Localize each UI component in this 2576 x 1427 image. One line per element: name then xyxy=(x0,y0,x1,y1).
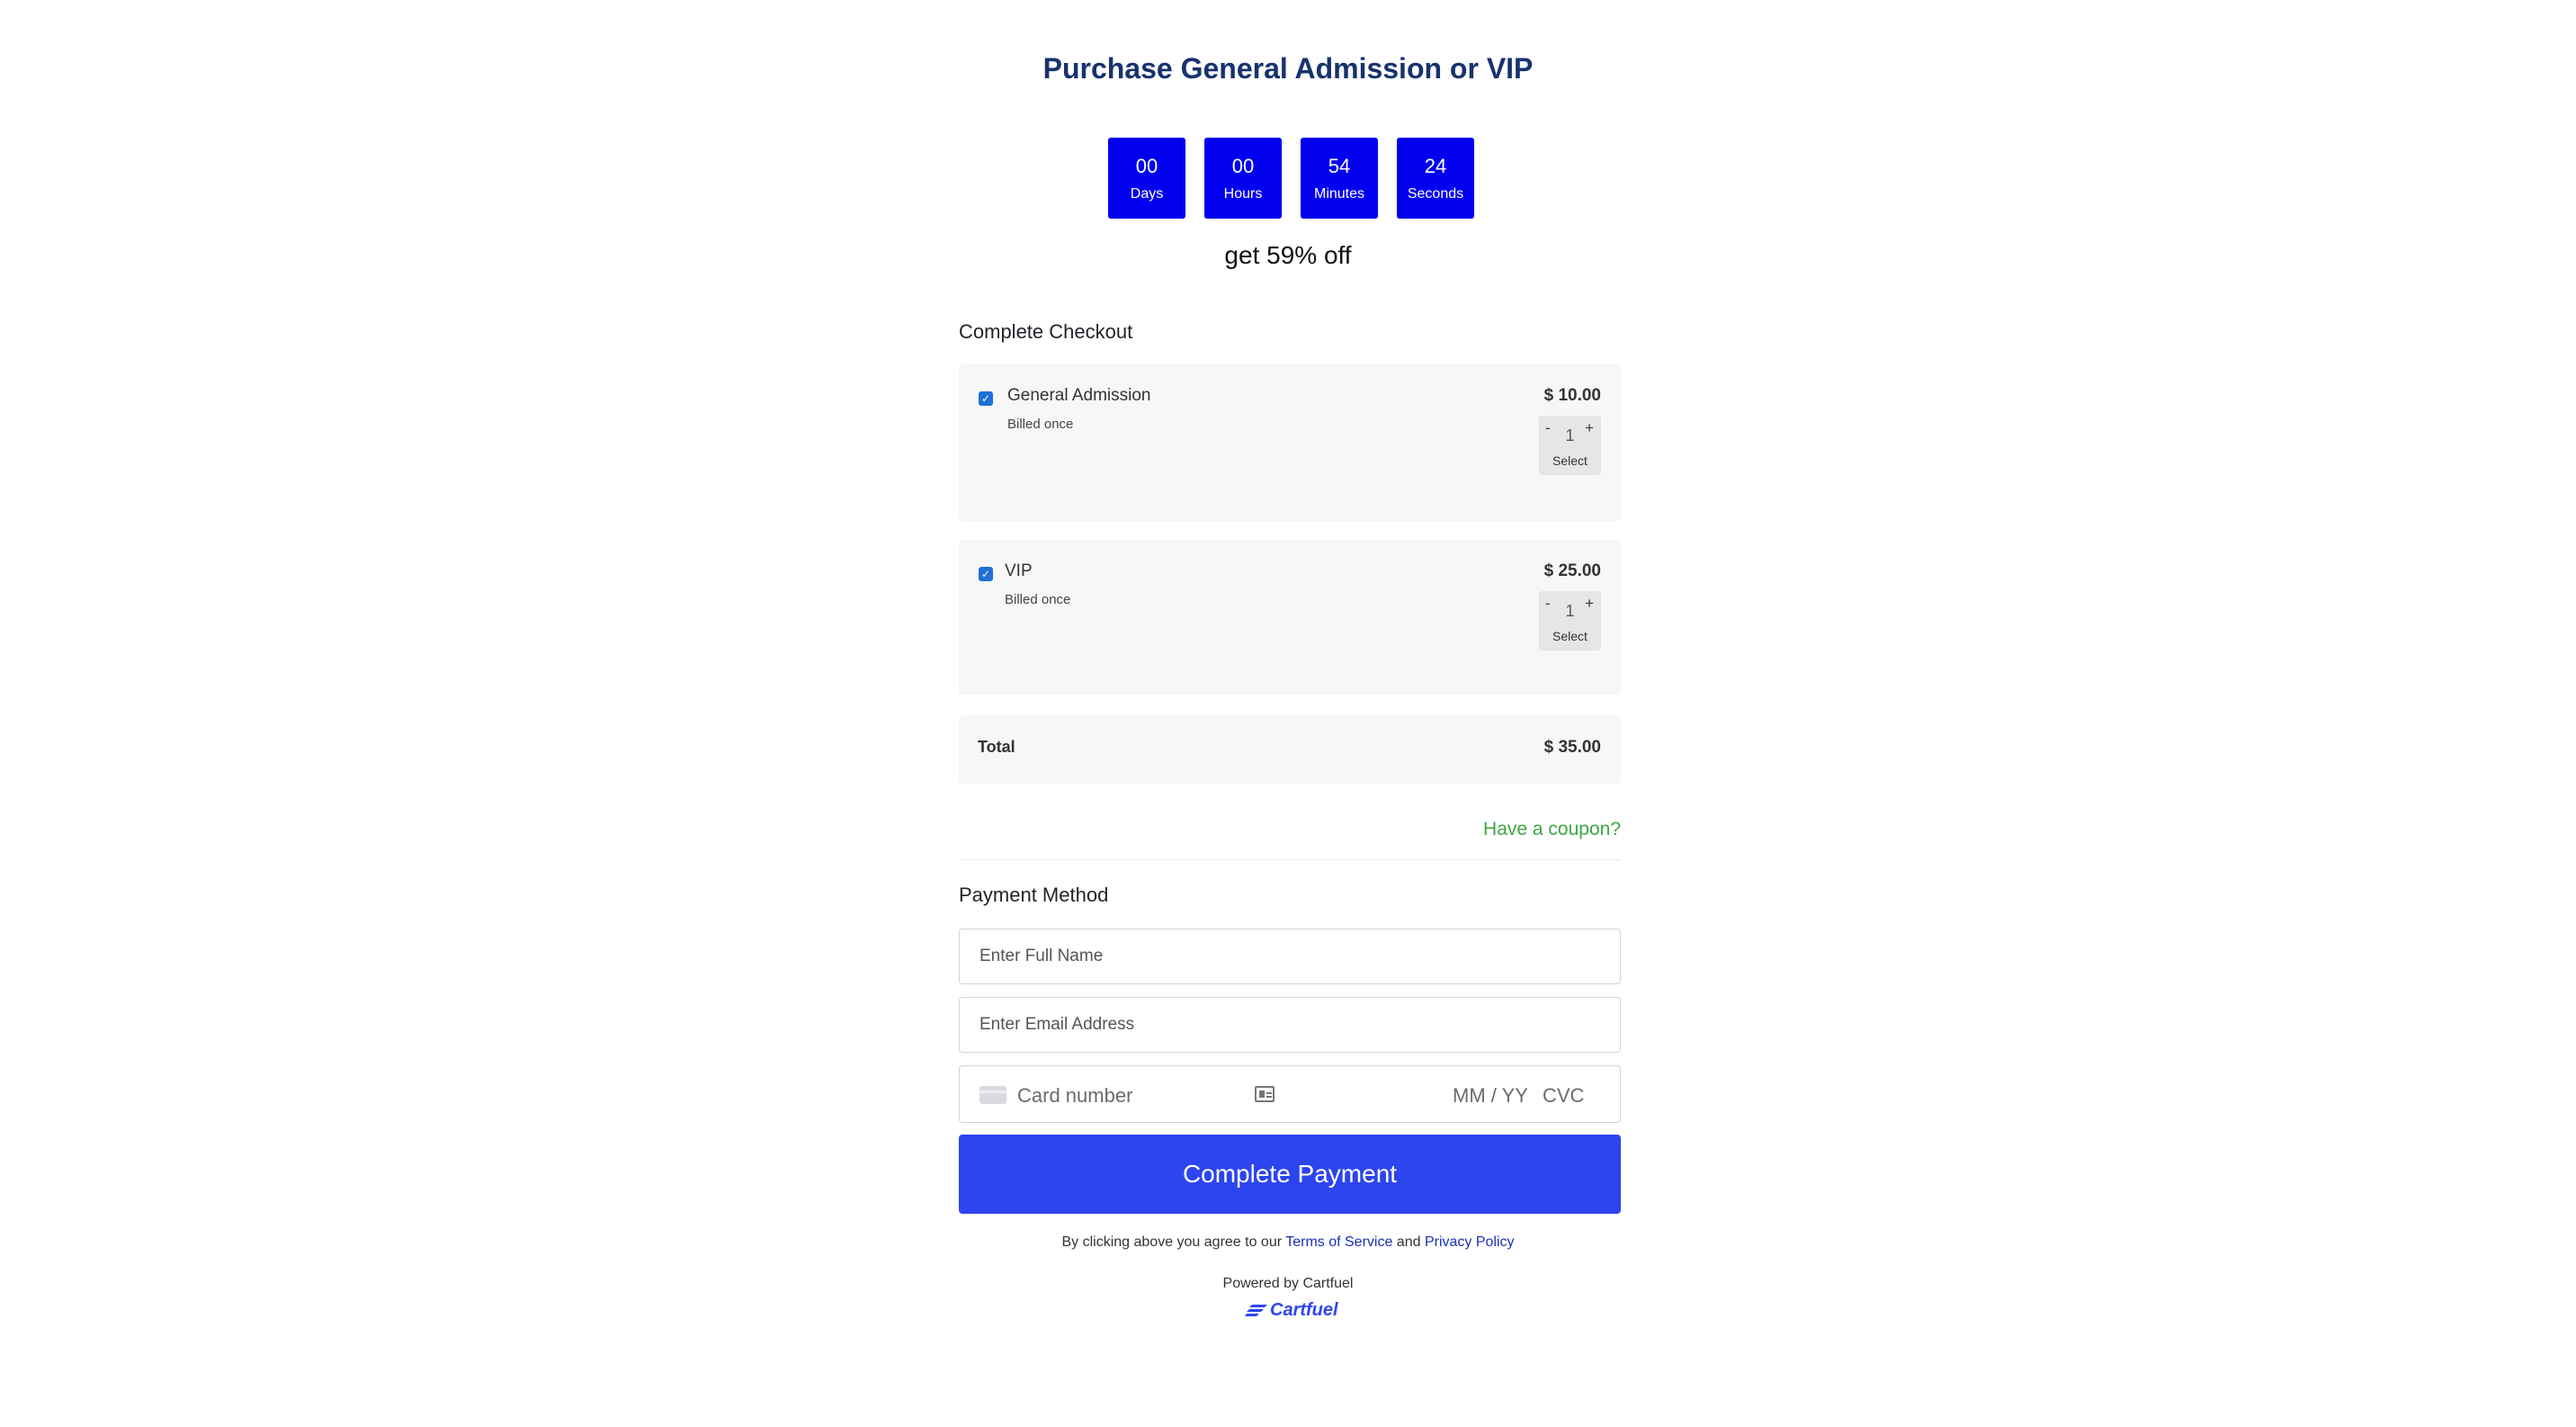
product-price: $ 25.00 xyxy=(1543,561,1601,580)
product-name: General Admission xyxy=(1007,386,1151,405)
credit-card-icon xyxy=(979,1086,1006,1104)
powered-by-text: Powered by Cartfuel xyxy=(1222,1276,1354,1291)
countdown-value: 54 xyxy=(1328,155,1351,177)
payment-method-heading: Payment Method xyxy=(959,884,1109,906)
checkout-heading: Complete Checkout xyxy=(959,320,1133,343)
total-value: $ 35.00 xyxy=(1543,738,1601,757)
email-input[interactable] xyxy=(960,998,1620,1052)
legal-and: and xyxy=(1392,1234,1425,1250)
quantity-select-label[interactable]: Select xyxy=(1539,453,1601,468)
order-total: Total $ 35.00 xyxy=(959,715,1621,784)
card-cvc-input[interactable]: CVC xyxy=(1543,1084,1584,1108)
card-field: Card number MM / YY CVC xyxy=(959,1065,1621,1123)
complete-payment-button[interactable]: Complete Payment xyxy=(959,1135,1621,1214)
checkout-page: Purchase General Admission or VIP 00 Day… xyxy=(0,0,2576,1427)
cartfuel-logo-icon xyxy=(1245,1305,1267,1316)
product-name: VIP xyxy=(1005,561,1033,580)
countdown-value: 24 xyxy=(1424,155,1447,177)
quantity-increase-button[interactable]: + xyxy=(1585,595,1594,613)
quantity-stepper: - 1 + Select xyxy=(1539,591,1601,651)
countdown-minutes: 54 Minutes xyxy=(1301,138,1378,219)
countdown-timer: 00 Days 00 Hours 54 Minutes 24 Seconds xyxy=(1108,138,1474,219)
product-billing: Billed once xyxy=(1007,417,1074,432)
total-label: Total xyxy=(978,738,1015,756)
discount-text: get 59% off xyxy=(1224,241,1352,269)
product-item-vip: ✓ VIP Billed once $ 25.00 - 1 + Select xyxy=(959,540,1621,695)
brand-name: Cartfuel xyxy=(1270,1299,1338,1320)
full-name-input[interactable] xyxy=(960,929,1620,983)
countdown-seconds: 24 Seconds xyxy=(1397,138,1474,219)
countdown-days: 00 Days xyxy=(1108,138,1185,219)
countdown-label: Minutes xyxy=(1313,186,1365,202)
check-icon: ✓ xyxy=(980,568,991,580)
product-price: $ 10.00 xyxy=(1543,386,1601,405)
email-field xyxy=(959,997,1621,1053)
cartfuel-logo[interactable]: Cartfuel xyxy=(1245,1298,1338,1322)
product-item-general-admission: ✓ General Admission Billed once $ 10.00 … xyxy=(959,364,1621,521)
product-billing: Billed once xyxy=(1005,592,1071,607)
section-divider xyxy=(959,859,1621,860)
quantity-increase-button[interactable]: + xyxy=(1585,419,1594,437)
legal-notice: By clicking above you agree to our Terms… xyxy=(0,1234,2576,1251)
countdown-label: Seconds xyxy=(1407,186,1464,202)
id-card-icon[interactable] xyxy=(1255,1086,1275,1102)
countdown-hours: 00 Hours xyxy=(1204,138,1282,219)
countdown-label: Days xyxy=(1130,186,1164,202)
full-name-field xyxy=(959,929,1621,984)
privacy-policy-link[interactable]: Privacy Policy xyxy=(1425,1234,1515,1250)
product-checkbox[interactable]: ✓ xyxy=(979,391,993,406)
card-number-input[interactable]: Card number xyxy=(1017,1084,1132,1108)
countdown-value: 00 xyxy=(1231,155,1255,177)
terms-of-service-link[interactable]: Terms of Service xyxy=(1285,1234,1392,1250)
page-title: Purchase General Admission or VIP xyxy=(1042,52,1534,85)
quantity-stepper: - 1 + Select xyxy=(1539,416,1601,475)
card-expiry-input[interactable]: MM / YY xyxy=(1453,1084,1528,1108)
product-checkbox[interactable]: ✓ xyxy=(979,567,993,581)
countdown-value: 00 xyxy=(1135,155,1158,177)
legal-prefix: By clicking above you agree to our xyxy=(1061,1234,1286,1250)
check-icon: ✓ xyxy=(980,392,991,405)
coupon-link[interactable]: Have a coupon? xyxy=(959,819,1621,840)
quantity-select-label[interactable]: Select xyxy=(1539,629,1601,643)
countdown-label: Hours xyxy=(1223,186,1263,202)
